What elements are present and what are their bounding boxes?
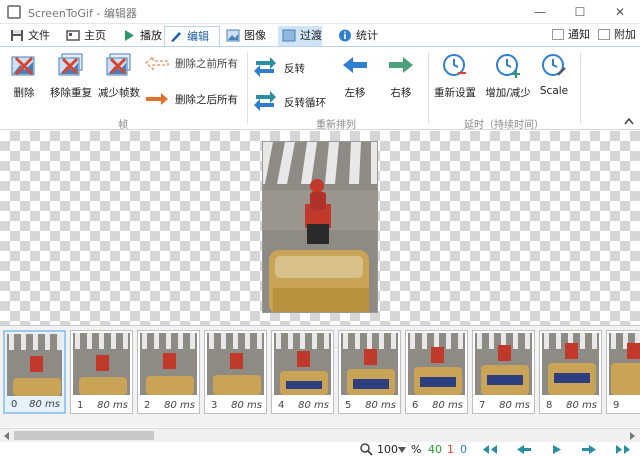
zoom-percent: % <box>411 443 422 456</box>
transition-icon <box>282 29 296 42</box>
collapse-ribbon-icon[interactable] <box>624 117 634 125</box>
scrollbar-thumb[interactable] <box>14 431 154 440</box>
window-title: ScreenToGif - 编辑器 <box>28 7 137 20</box>
app-icon <box>7 5 21 19</box>
group-label-frames: 帧 <box>118 120 128 131</box>
frame-thumbnail[interactable]: 1 80 ms <box>70 330 133 414</box>
frame-preview <box>73 333 130 395</box>
attach-toggle[interactable]: 附加 <box>598 28 636 42</box>
checkbox-icon <box>552 29 564 40</box>
frame-thumbnail[interactable]: 5 80 ms <box>338 330 401 414</box>
ribbon-tabs: 文件 主页 播放 编辑 图像 过渡 统计 通知 附加 <box>0 24 640 47</box>
tab-file[interactable]: 文件 <box>6 26 50 46</box>
reverse-button[interactable]: 反转 <box>252 53 314 81</box>
preview-canvas[interactable] <box>0 131 640 325</box>
frame-preview <box>475 333 532 395</box>
frame-strip: 0 80 ms 1 80 ms 2 80 ms 3 80 ms 4 80 ms 5 80 m… <box>0 325 640 427</box>
frame-thumbnail[interactable]: 2 80 ms <box>137 330 200 414</box>
frame-preview <box>274 333 331 395</box>
zoom-stepper-icon[interactable] <box>398 447 406 453</box>
close-button[interactable]: ✕ <box>600 0 640 24</box>
clock-reset-icon <box>443 54 466 76</box>
frame-preview <box>7 334 62 396</box>
tab-statistics[interactable]: 统计 <box>334 26 378 46</box>
move-right-button[interactable]: 右移 <box>382 49 420 99</box>
reduce-frames-icon <box>106 53 131 76</box>
current-frame-image <box>262 141 378 313</box>
clock-plus-icon <box>496 54 520 78</box>
frame-preview <box>609 333 640 395</box>
street-scene-image <box>263 142 377 312</box>
play-icon <box>125 30 134 41</box>
first-frame-icon[interactable] <box>481 444 499 455</box>
move-left-button[interactable]: 左移 <box>336 49 374 99</box>
minimize-button[interactable]: — <box>520 0 560 24</box>
dashed-arrow-left-icon <box>144 55 169 71</box>
delete-before-button[interactable]: 删除之前所有 <box>144 53 246 73</box>
tab-play[interactable]: 播放 <box>118 26 162 46</box>
delete-button[interactable]: 删除 <box>6 49 42 99</box>
pencil-icon <box>171 32 181 42</box>
play-icon[interactable] <box>551 444 563 455</box>
title-bar: ScreenToGif - 编辑器 — ☐ ✕ <box>0 0 640 24</box>
frame-thumbnail[interactable]: 7 80 ms <box>472 330 535 414</box>
arrow-right-icon <box>389 57 413 73</box>
frame-thumbnail[interactable]: 980 <box>606 330 640 414</box>
status-bar: 100 % 40 1 0 <box>0 442 640 457</box>
group-separator <box>428 51 429 125</box>
zoom-value[interactable]: 100 <box>377 442 398 457</box>
delete-after-button[interactable]: 删除之后所有 <box>144 89 246 109</box>
frame-strip-scrollbar[interactable] <box>0 428 640 442</box>
zoom-icon <box>360 443 373 456</box>
home-icon <box>66 30 80 41</box>
dashed-arrow-right-icon <box>146 93 168 105</box>
frame-thumbnail[interactable]: 4 80 ms <box>271 330 334 414</box>
image-icon <box>226 29 240 42</box>
save-icon <box>11 30 23 41</box>
checkbox-icon <box>598 29 610 40</box>
increase-decrease-button[interactable]: 增加/减少 <box>480 49 536 99</box>
frame-preview <box>341 333 398 395</box>
maximize-button[interactable]: ☐ <box>560 0 600 24</box>
tab-edit[interactable]: 编辑 <box>164 26 220 47</box>
ribbon-panel: 删除 移除重复 减少帧数 删除之前所有 删除之后所有 帧 反转 反转循环 左移 … <box>0 46 640 131</box>
current-frame: 0 <box>460 443 467 456</box>
notify-toggle[interactable]: 通知 <box>552 28 590 42</box>
reverse-icon <box>254 57 276 77</box>
previous-frame-icon[interactable] <box>515 444 533 455</box>
reduce-frames-button[interactable]: 减少帧数 <box>96 49 142 99</box>
group-label-delay: 延时（持续时间） <box>464 120 544 131</box>
total-frames: 40 <box>428 443 442 456</box>
frame-thumbnail[interactable]: 8 80 ms <box>539 330 602 414</box>
next-frame-icon[interactable] <box>580 444 598 455</box>
tab-home[interactable]: 主页 <box>62 26 106 46</box>
tab-transition[interactable]: 过渡 <box>278 26 322 46</box>
yoyo-icon <box>254 91 276 111</box>
selected-frames: 1 <box>447 443 454 456</box>
frame-preview <box>408 333 465 395</box>
frame-preview <box>140 333 197 395</box>
arrow-left-icon <box>343 57 367 73</box>
group-separator <box>580 51 581 125</box>
frame-preview <box>207 333 264 395</box>
info-icon <box>339 29 351 42</box>
tab-image[interactable]: 图像 <box>222 26 266 46</box>
reset-delay-button[interactable]: 重新设置 <box>432 49 478 99</box>
frame-preview <box>542 333 599 395</box>
remove-duplicates-icon <box>58 53 83 76</box>
scale-delay-button[interactable]: Scale <box>538 49 570 99</box>
scroll-left-icon[interactable] <box>3 432 10 440</box>
group-label-reorder: 重新排列 <box>316 120 356 131</box>
frame-thumbnail[interactable]: 6 80 ms <box>405 330 468 414</box>
group-separator <box>247 51 248 125</box>
frame-thumbnail[interactable]: 0 80 ms <box>3 330 66 414</box>
last-frame-icon[interactable] <box>614 444 632 455</box>
scroll-right-icon[interactable] <box>629 432 636 440</box>
remove-duplicates-button[interactable]: 移除重复 <box>48 49 94 99</box>
yoyo-button[interactable]: 反转循环 <box>252 87 332 115</box>
delete-frame-icon <box>11 56 35 76</box>
frame-thumbnail[interactable]: 3 80 ms <box>204 330 267 414</box>
clock-scale-icon <box>542 54 566 76</box>
